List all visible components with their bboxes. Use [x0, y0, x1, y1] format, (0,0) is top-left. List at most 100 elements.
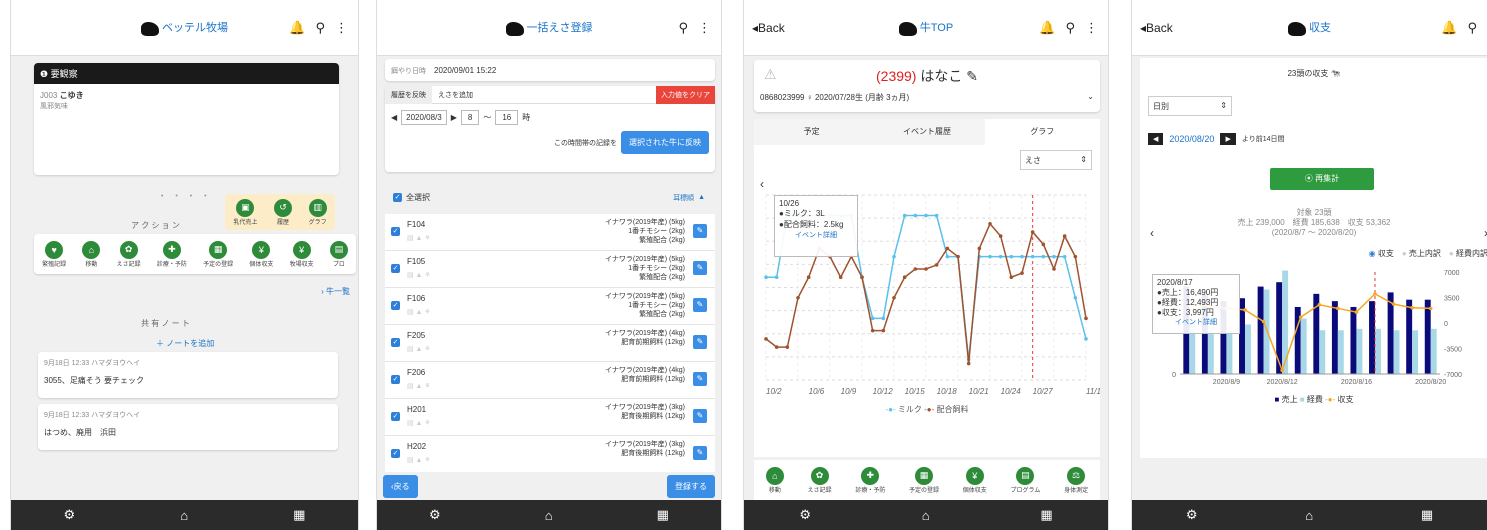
- row-checkbox[interactable]: ✓: [391, 412, 400, 421]
- row-checkbox[interactable]: ✓: [391, 301, 400, 310]
- home-icon[interactable]: ⌂: [1305, 508, 1313, 523]
- tool-cow-balance[interactable]: ¥ 個体収支: [963, 466, 987, 494]
- tab-history[interactable]: 履歴を反映: [385, 85, 432, 104]
- hour-to-select[interactable]: 16: [495, 110, 519, 125]
- calendar-icon[interactable]: ▦: [657, 507, 669, 523]
- tool-move[interactable]: ⌂ 移動: [82, 240, 101, 268]
- prev-date-icon[interactable]: ◀: [1148, 133, 1164, 145]
- tool-farm-balance[interactable]: ¥ 牧場収支: [290, 240, 314, 268]
- tool-feed[interactable]: ✿ えさ記録: [808, 466, 832, 494]
- edit-icon[interactable]: ✎: [693, 372, 707, 386]
- settings-icon[interactable]: ⚙: [64, 507, 76, 523]
- tool-schedule[interactable]: ▦ 予定の登録: [909, 466, 939, 494]
- row-checkbox[interactable]: ✓: [391, 375, 400, 384]
- tool-move[interactable]: ⌂ 移動: [765, 466, 784, 494]
- back-link[interactable]: ◂Back: [1140, 21, 1173, 35]
- prev-icon[interactable]: ◀: [391, 113, 397, 122]
- radio-balance[interactable]: ◉ 収支: [1369, 248, 1394, 259]
- edit-icon[interactable]: ✎: [693, 261, 707, 275]
- calendar-icon[interactable]: ▦: [1040, 507, 1052, 523]
- settings-icon[interactable]: ⚙: [799, 507, 811, 523]
- edit-icon[interactable]: ✎: [693, 446, 707, 460]
- tool-cow-balance[interactable]: ¥ 個体収支: [249, 240, 273, 268]
- edit-icon[interactable]: ✎: [966, 68, 978, 84]
- chevron-down-icon[interactable]: ⌄: [1087, 92, 1094, 101]
- select-all-checkbox[interactable]: ✓: [393, 193, 402, 202]
- edit-icon[interactable]: ✎: [693, 409, 707, 423]
- bell-icon[interactable]: 🔔: [1039, 20, 1055, 36]
- tool-medical[interactable]: ✚ 診療・予防: [157, 240, 187, 268]
- recalc-button[interactable]: ⦿ 再集計: [1270, 168, 1374, 190]
- tool-breeding[interactable]: ♥ 繁殖記録: [42, 240, 66, 268]
- popup-history[interactable]: ↺ 履歴: [274, 198, 292, 226]
- feed-select[interactable]: えさ ⇕: [1020, 150, 1092, 170]
- tool-program[interactable]: ▤ プロ: [329, 240, 348, 268]
- hour-from-select[interactable]: 8: [460, 110, 480, 125]
- note-item[interactable]: 9月18日 12:33 ハマダヨウヘイ はつめ、廃用 浜田: [38, 404, 338, 450]
- tool-program[interactable]: ▤ プログラム: [1011, 466, 1040, 494]
- clear-button[interactable]: 入力値をクリア: [656, 85, 715, 104]
- search-icon[interactable]: ⚲: [315, 20, 325, 36]
- popup-milk-sales[interactable]: ▣ 乳代売上: [233, 198, 257, 226]
- bell-icon[interactable]: 🔔: [289, 20, 305, 36]
- edit-icon[interactable]: ✎: [693, 224, 707, 238]
- bell-icon[interactable]: 🔔: [1441, 20, 1457, 36]
- row-checkbox[interactable]: ✓: [391, 264, 400, 273]
- search-icon[interactable]: ⚲: [1065, 20, 1075, 36]
- feed-row[interactable]: ✓ F206 ▤ ▲ ⚘ イナワラ(2019年産) (4kg) 肥育前期飼料 (12kg…: [385, 362, 715, 399]
- radio-sales-breakdown[interactable]: ● 売上内訳: [1402, 248, 1441, 259]
- sort-link[interactable]: 耳標順: [673, 193, 694, 203]
- period-select[interactable]: 日別 ⇕: [1148, 96, 1232, 116]
- row-checkbox[interactable]: ✓: [391, 449, 400, 458]
- back-button[interactable]: ‹戻る: [383, 474, 418, 498]
- edit-icon[interactable]: ✎: [693, 335, 707, 349]
- feed-row[interactable]: ✓ F106 ▤ ▲ ⚘ イナワラ(2019年産) (5kg) 1番チモシー (2kg)…: [385, 288, 715, 325]
- apply-button[interactable]: 選択された牛に反映: [621, 131, 709, 154]
- date-input[interactable]: 2020/08/3: [401, 110, 447, 125]
- feed-row[interactable]: ✓ H202 ▤ ▲ ⚘ イナワラ(2019年産) (3kg) 肥育後期飼料 (12kg…: [385, 436, 715, 473]
- back-link[interactable]: ◂Back: [752, 21, 785, 35]
- add-note-link[interactable]: ＋ ノートを追加: [156, 338, 214, 349]
- home-icon[interactable]: ⌂: [180, 508, 188, 523]
- calendar-icon[interactable]: ▦: [1421, 507, 1433, 523]
- feed-row[interactable]: ✓ H201 ▤ ▲ ⚘ イナワラ(2019年産) (3kg) 肥育後期飼料 (12kg…: [385, 399, 715, 436]
- chart-prev-icon[interactable]: ‹: [1150, 226, 1154, 240]
- tool-body-measure[interactable]: ⚖ 身体測定: [1064, 466, 1088, 494]
- settings-icon[interactable]: ⚙: [429, 507, 441, 523]
- next-icon[interactable]: ▶: [451, 113, 457, 122]
- more-icon[interactable]: ⋮: [335, 20, 348, 36]
- tool-feed[interactable]: ✿ えさ記録: [117, 240, 141, 268]
- edit-icon[interactable]: ✎: [693, 298, 707, 312]
- home-icon[interactable]: ⌂: [922, 508, 930, 523]
- feed-row[interactable]: ✓ F104 ▤ ▲ ⚘ イナワラ(2019年産) (5kg) 1番チモシー (2kg)…: [385, 214, 715, 251]
- calendar-icon[interactable]: ▦: [293, 507, 305, 523]
- cow-list-link[interactable]: › 牛一覧: [321, 286, 350, 297]
- popup-graph[interactable]: ▥ グラフ: [308, 198, 327, 226]
- feed-row[interactable]: ✓ F205 ▤ ▲ ⚘ イナワラ(2019年産) (4kg) 肥育前期飼料 (12kg…: [385, 325, 715, 362]
- tab-add-feed[interactable]: えさを追加: [432, 86, 479, 104]
- tool-schedule[interactable]: ▦ 予定の登録: [203, 240, 233, 268]
- data-point: [1020, 254, 1024, 259]
- row-checkbox[interactable]: ✓: [391, 227, 400, 236]
- tool-medical[interactable]: ✚ 診療・予防: [855, 466, 885, 494]
- more-icon[interactable]: ⋮: [1085, 20, 1098, 36]
- next-date-icon[interactable]: ▶: [1220, 133, 1236, 145]
- feed-row[interactable]: ✓ F105 ▤ ▲ ⚘ イナワラ(2019年産) (5kg) 1番チモシー (2kg)…: [385, 251, 715, 288]
- tab-graph[interactable]: グラフ: [984, 119, 1100, 145]
- watch-card[interactable]: ❶ 要観察 J003 こゆき 風邪気味: [34, 63, 339, 175]
- search-icon[interactable]: ⚲: [1467, 20, 1477, 36]
- tooltip-event-link[interactable]: イベント詳細: [1157, 318, 1235, 328]
- row-checkbox[interactable]: ✓: [391, 338, 400, 347]
- home-icon[interactable]: ⌂: [545, 508, 553, 523]
- register-button[interactable]: 登録する: [667, 474, 715, 498]
- more-icon[interactable]: ⋮: [698, 20, 711, 36]
- radio-cost-breakdown[interactable]: ● 経費内訳: [1449, 248, 1487, 259]
- date-value[interactable]: 2020/08/20: [1169, 134, 1214, 144]
- tab-schedule[interactable]: 予定: [754, 119, 869, 145]
- tab-event-history[interactable]: イベント履歴: [869, 119, 984, 145]
- time-field[interactable]: 餌やり日時 2020/09/01 15:22: [385, 59, 715, 81]
- tooltip-event-link[interactable]: イベント詳細: [779, 230, 853, 240]
- settings-icon[interactable]: ⚙: [1186, 507, 1198, 523]
- note-item[interactable]: 9月18日 12:33 ハマダヨウヘイ 3055、足痛そう 要チェック: [38, 352, 338, 398]
- search-icon[interactable]: ⚲: [678, 20, 688, 36]
